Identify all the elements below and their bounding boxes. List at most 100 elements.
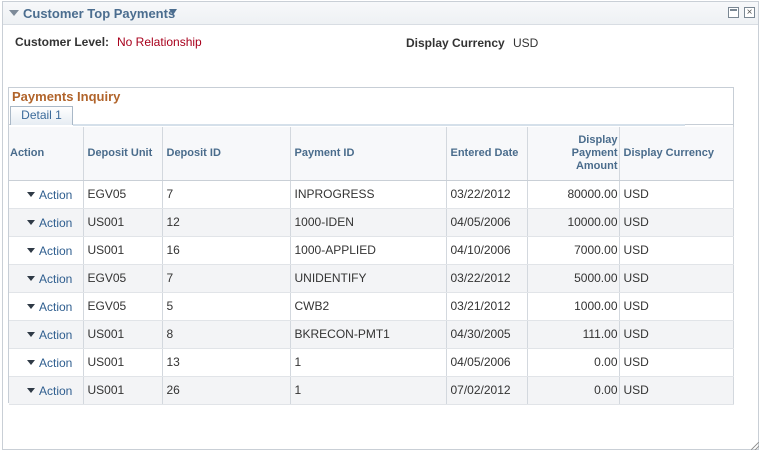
action-label[interactable]: Action — [39, 244, 72, 258]
chevron-down-icon — [27, 192, 35, 198]
table-row: Action US001 12 1000-IDEN 04/05/2006 10000.00… — [9, 208, 734, 237]
chevron-down-icon — [27, 388, 35, 394]
currency-cell: USD — [619, 208, 734, 237]
table-row: Action EGV05 7 INPROGRESS 03/22/2012 80000.00… — [9, 180, 734, 209]
pagelet-header: Customer Top Payments × — [3, 2, 758, 25]
deposit-unit-cell: EGV05 — [83, 292, 163, 321]
table-row: Action EGV05 7 UNIDENTIFY 03/22/2012 5000.00 U… — [9, 264, 734, 293]
row-action-menu[interactable]: Action — [13, 328, 72, 342]
currency-cell: USD — [619, 320, 734, 349]
entered-date-cell: 04/10/2006 — [446, 236, 528, 265]
grid-header-row: Action Deposit Unit Deposit ID Payment I… — [9, 127, 734, 181]
collapse-triangle-icon[interactable] — [9, 10, 19, 16]
deposit-id-cell: 7 — [162, 180, 291, 209]
deposit-id-cell: 13 — [162, 348, 291, 377]
currency-cell: USD — [619, 376, 734, 405]
action-label[interactable]: Action — [39, 216, 72, 230]
deposit-unit-cell: US001 — [83, 208, 163, 237]
payment-id-cell: 1000-APPLIED — [290, 236, 447, 265]
header-entered-date[interactable]: Entered Date — [446, 127, 528, 181]
payment-id-cell: BKRECON-PMT1 — [290, 320, 447, 349]
deposit-id-cell: 5 — [162, 292, 291, 321]
customer-level-label: Customer Level: — [15, 35, 110, 49]
header-deposit-id[interactable]: Deposit ID — [162, 127, 291, 181]
pagelet-title[interactable]: Customer Top Payments — [23, 6, 175, 21]
payment-id-cell: 1 — [290, 376, 447, 405]
row-action-menu[interactable]: Action — [13, 384, 72, 398]
tab-detail-1[interactable]: Detail 1 — [10, 106, 73, 125]
row-action-menu[interactable]: Action — [13, 272, 72, 286]
action-label[interactable]: Action — [39, 272, 72, 286]
deposit-unit-cell: US001 — [83, 236, 163, 265]
action-label[interactable]: Action — [39, 188, 72, 202]
payment-amount-cell: 10000.00 — [527, 208, 620, 237]
chevron-down-icon — [27, 248, 35, 254]
table-row: Action EGV05 5 CWB2 03/21/2012 1000.00 USD — [9, 292, 734, 321]
action-cell: Action — [9, 292, 84, 321]
payment-amount-cell: 80000.00 — [527, 180, 620, 209]
entered-date-cell: 07/02/2012 — [446, 376, 528, 405]
table-row: Action US001 16 1000-APPLIED 04/10/2006 7000.… — [9, 236, 734, 265]
entered-date-cell: 03/22/2012 — [446, 264, 528, 293]
action-cell: Action — [9, 236, 84, 265]
chevron-down-icon — [27, 332, 35, 338]
deposit-unit-cell: US001 — [83, 320, 163, 349]
entered-date-cell: 04/05/2006 — [446, 348, 528, 377]
action-cell: Action — [9, 180, 84, 209]
currency-cell: USD — [619, 264, 734, 293]
action-cell: Action — [9, 376, 84, 405]
payment-id-cell: CWB2 — [290, 292, 447, 321]
header-action: Action — [9, 127, 84, 181]
maximize-icon[interactable] — [728, 7, 739, 18]
resize-grip-icon[interactable] — [751, 442, 759, 450]
currency-cell: USD — [619, 292, 734, 321]
row-action-menu[interactable]: Action — [13, 188, 72, 202]
action-label[interactable]: Action — [39, 300, 72, 314]
entered-date-cell: 03/22/2012 — [446, 180, 528, 209]
payment-amount-cell: 0.00 — [527, 376, 620, 405]
row-action-menu[interactable]: Action — [13, 300, 72, 314]
payment-id-cell: INPROGRESS — [290, 180, 447, 209]
deposit-unit-cell: EGV05 — [83, 264, 163, 293]
header-deposit-unit[interactable]: Deposit Unit — [83, 127, 163, 181]
payment-amount-cell: 7000.00 — [527, 236, 620, 265]
payment-amount-cell: 111.00 — [527, 320, 620, 349]
payment-amount-cell: 1000.00 — [527, 292, 620, 321]
action-label[interactable]: Action — [39, 328, 72, 342]
action-cell: Action — [9, 320, 84, 349]
chevron-down-icon — [27, 360, 35, 366]
payments-grid: Action Deposit Unit Deposit ID Payment I… — [9, 127, 734, 405]
action-cell: Action — [9, 208, 84, 237]
action-label[interactable]: Action — [39, 384, 72, 398]
display-currency-value: USD — [513, 36, 539, 50]
deposit-id-cell: 12 — [162, 208, 291, 237]
table-row: Action US001 8 BKRECON-PMT1 04/30/2005 111.00… — [9, 320, 734, 349]
section-title: Payments Inquiry — [12, 89, 121, 104]
deposit-id-cell: 16 — [162, 236, 291, 265]
action-cell: Action — [9, 264, 84, 293]
header-display-currency[interactable]: Display Currency — [619, 127, 734, 181]
chevron-down-icon — [27, 276, 35, 282]
deposit-unit-cell: US001 — [83, 348, 163, 377]
deposit-unit-cell: US001 — [83, 376, 163, 405]
action-label[interactable]: Action — [39, 356, 72, 370]
header-payment-amount[interactable]: Display Payment Amount — [527, 127, 620, 181]
header-payment-id[interactable]: Payment ID — [290, 127, 447, 181]
payment-amount-cell: 0.00 — [527, 348, 620, 377]
payment-id-cell: UNIDENTIFY — [290, 264, 447, 293]
currency-cell: USD — [619, 236, 734, 265]
payment-amount-cell: 5000.00 — [527, 264, 620, 293]
pagelet-menu-dropdown-icon[interactable] — [169, 9, 177, 15]
currency-cell: USD — [619, 180, 734, 209]
deposit-id-cell: 7 — [162, 264, 291, 293]
row-action-menu[interactable]: Action — [13, 244, 72, 258]
currency-cell: USD — [619, 348, 734, 377]
row-action-menu[interactable]: Action — [13, 216, 72, 230]
display-currency-label: Display Currency — [406, 36, 505, 50]
entered-date-cell: 03/21/2012 — [446, 292, 528, 321]
row-action-menu[interactable]: Action — [13, 356, 72, 370]
action-cell: Action — [9, 348, 84, 377]
payment-id-cell: 1 — [290, 348, 447, 377]
entered-date-cell: 04/30/2005 — [446, 320, 528, 349]
close-icon[interactable]: × — [744, 7, 755, 18]
